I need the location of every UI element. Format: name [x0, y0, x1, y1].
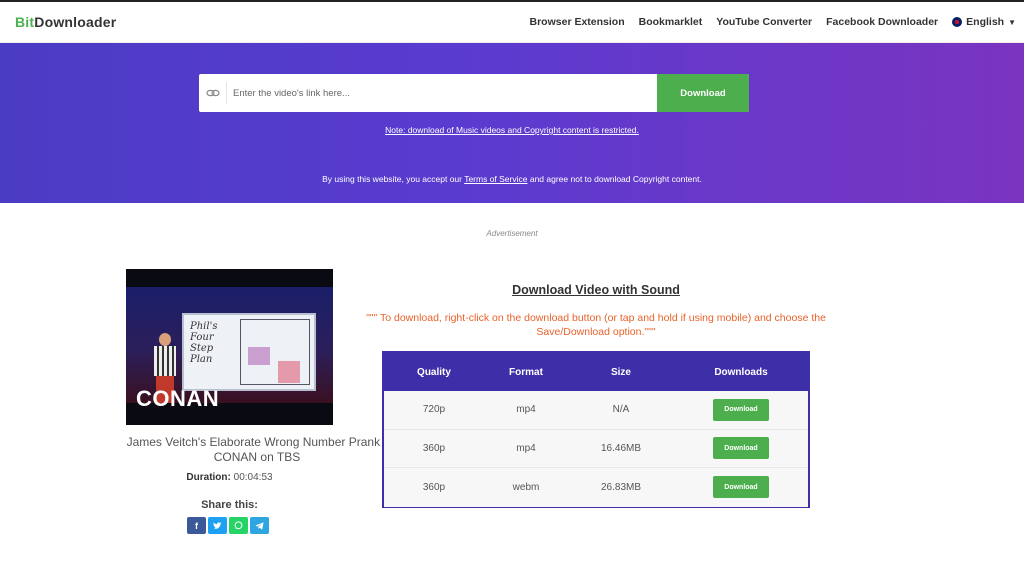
tos-prefix: By using this website, you accept our: [322, 174, 465, 184]
twitter-icon[interactable]: [208, 517, 227, 534]
telegram-icon[interactable]: [250, 517, 269, 534]
cell-size: N/A: [612, 404, 630, 416]
site-logo[interactable]: BitDownloader: [15, 14, 116, 30]
column-quality: Quality: [417, 366, 451, 378]
row-download-button[interactable]: Download: [713, 398, 769, 421]
video-url-input[interactable]: [227, 74, 657, 112]
cell-format: webm: [512, 481, 540, 493]
nav-youtube-converter[interactable]: YouTube Converter: [716, 16, 812, 28]
terms-notice: By using this website, you accept our Te…: [0, 174, 1024, 184]
column-size: Size: [610, 366, 631, 378]
downloads-table: Quality Format Size Downloads 720p mp4 N…: [382, 351, 810, 508]
thumbnail-room: [248, 347, 270, 365]
uk-flag-icon: [952, 17, 963, 27]
duration-value: 00:04:53: [233, 472, 273, 483]
video-title: James Veitch's Elaborate Wrong Number Pr…: [126, 435, 388, 464]
restriction-note[interactable]: Note: download of Music videos and Copyr…: [0, 125, 1024, 135]
nav-browser-extension[interactable]: Browser Extension: [530, 16, 625, 28]
whatsapp-icon[interactable]: [229, 517, 248, 534]
download-button[interactable]: Download: [657, 74, 749, 112]
logo-rest: Downloader: [34, 14, 117, 30]
cell-size: 16.46MB: [600, 442, 642, 454]
column-downloads: Downloads: [714, 366, 768, 378]
thumbnail-scene: Phil's Four Step Plan CONAN: [126, 287, 333, 411]
duration-label: Duration:: [186, 472, 231, 483]
download-instructions: """ To download, right-click on the down…: [366, 312, 826, 338]
cell-quality: 720p: [422, 404, 446, 416]
share-buttons: f: [187, 517, 269, 534]
cell-format: mp4: [516, 404, 536, 416]
logo-bit: Bit: [15, 14, 35, 30]
main-nav: Browser Extension Bookmarklet YouTube Co…: [530, 16, 1016, 28]
column-format: Format: [509, 366, 543, 378]
cell-format: mp4: [516, 442, 536, 454]
language-selector[interactable]: English ▼: [952, 16, 1016, 28]
thumbnail-show-logo: CONAN: [136, 386, 220, 411]
nav-bookmarklet[interactable]: Bookmarklet: [639, 16, 703, 28]
cell-download: Download: [674, 398, 808, 421]
thumbnail-person-body: [154, 346, 176, 376]
share-label: Share this:: [201, 499, 258, 511]
table-header: Quality Format Size Downloads: [384, 353, 808, 391]
row-download-button[interactable]: Download: [713, 437, 769, 460]
table-row: 360p webm 26.83MB Download: [384, 468, 808, 507]
row-download-button[interactable]: Download: [713, 476, 769, 499]
downloads-heading: Download Video with Sound: [512, 283, 680, 297]
cell-quality: 360p: [422, 481, 446, 493]
video-duration: Duration: 00:04:53: [126, 472, 333, 483]
caret-down-icon: ▼: [1008, 17, 1016, 27]
thumbnail-board: Phil's Four Step Plan: [182, 313, 316, 391]
facebook-icon[interactable]: f: [187, 517, 206, 534]
table-row: 360p mp4 16.46MB Download: [384, 429, 808, 468]
thumbnail-room: [278, 361, 300, 383]
cell-download: Download: [674, 476, 808, 499]
nav-facebook-downloader[interactable]: Facebook Downloader: [826, 16, 938, 28]
terms-of-service-link[interactable]: Terms of Service: [464, 174, 527, 184]
url-search-form: Download: [199, 74, 749, 112]
site-header: BitDownloader Browser Extension Bookmark…: [0, 2, 1024, 43]
cell-size: 26.83MB: [600, 481, 642, 493]
link-icon: [199, 82, 227, 104]
advertisement-label: Advertisement: [486, 229, 538, 238]
hero-banner: Download Note: download of Music videos …: [0, 43, 1024, 203]
cell-download: Download: [674, 437, 808, 460]
cell-quality: 360p: [422, 442, 446, 454]
tos-suffix: and agree not to download Copyright cont…: [527, 174, 702, 184]
table-row: 720p mp4 N/A Download: [384, 391, 808, 430]
video-thumbnail[interactable]: Phil's Four Step Plan CONAN: [126, 269, 333, 425]
thumbnail-board-text: Phil's Four Step Plan: [190, 321, 218, 365]
language-label: English: [966, 16, 1005, 28]
thumbnail-person-head: [159, 333, 171, 346]
